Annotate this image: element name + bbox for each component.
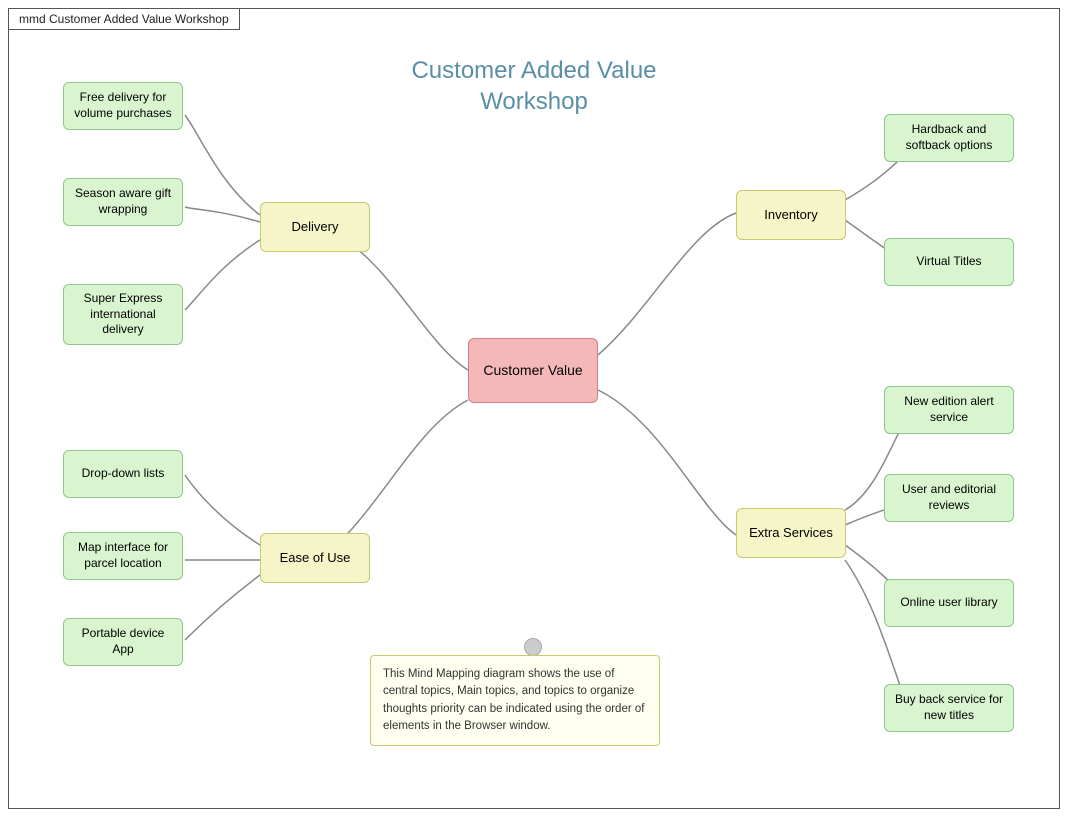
app-title: mmd Customer Added Value Workshop — [8, 8, 240, 30]
node-user-reviews: User and editorial reviews — [884, 474, 1014, 522]
node-virtual: Virtual Titles — [884, 238, 1014, 286]
node-portable: Portable device App — [63, 618, 183, 666]
node-center: Customer Value — [468, 338, 598, 403]
connector-circle — [524, 638, 542, 656]
node-buyback: Buy back service for new titles — [884, 684, 1014, 732]
node-extraservices: Extra Services — [736, 508, 846, 558]
node-map-interface: Map interface for parcel location — [63, 532, 183, 580]
node-delivery: Delivery — [260, 202, 370, 252]
page-title: Customer Added ValueWorkshop — [411, 55, 656, 117]
node-super-express: Super Express international delivery — [63, 284, 183, 345]
node-easeofuse: Ease of Use — [260, 533, 370, 583]
note-box: This Mind Mapping diagram shows the use … — [370, 655, 660, 746]
node-new-edition: New edition alert service — [884, 386, 1014, 434]
node-dropdown: Drop-down lists — [63, 450, 183, 498]
node-free-delivery: Free delivery for volume purchases — [63, 82, 183, 130]
node-inventory: Inventory — [736, 190, 846, 240]
node-hardback: Hardback and softback options — [884, 114, 1014, 162]
node-season-gift: Season aware gift wrapping — [63, 178, 183, 226]
node-online-library: Online user library — [884, 579, 1014, 627]
